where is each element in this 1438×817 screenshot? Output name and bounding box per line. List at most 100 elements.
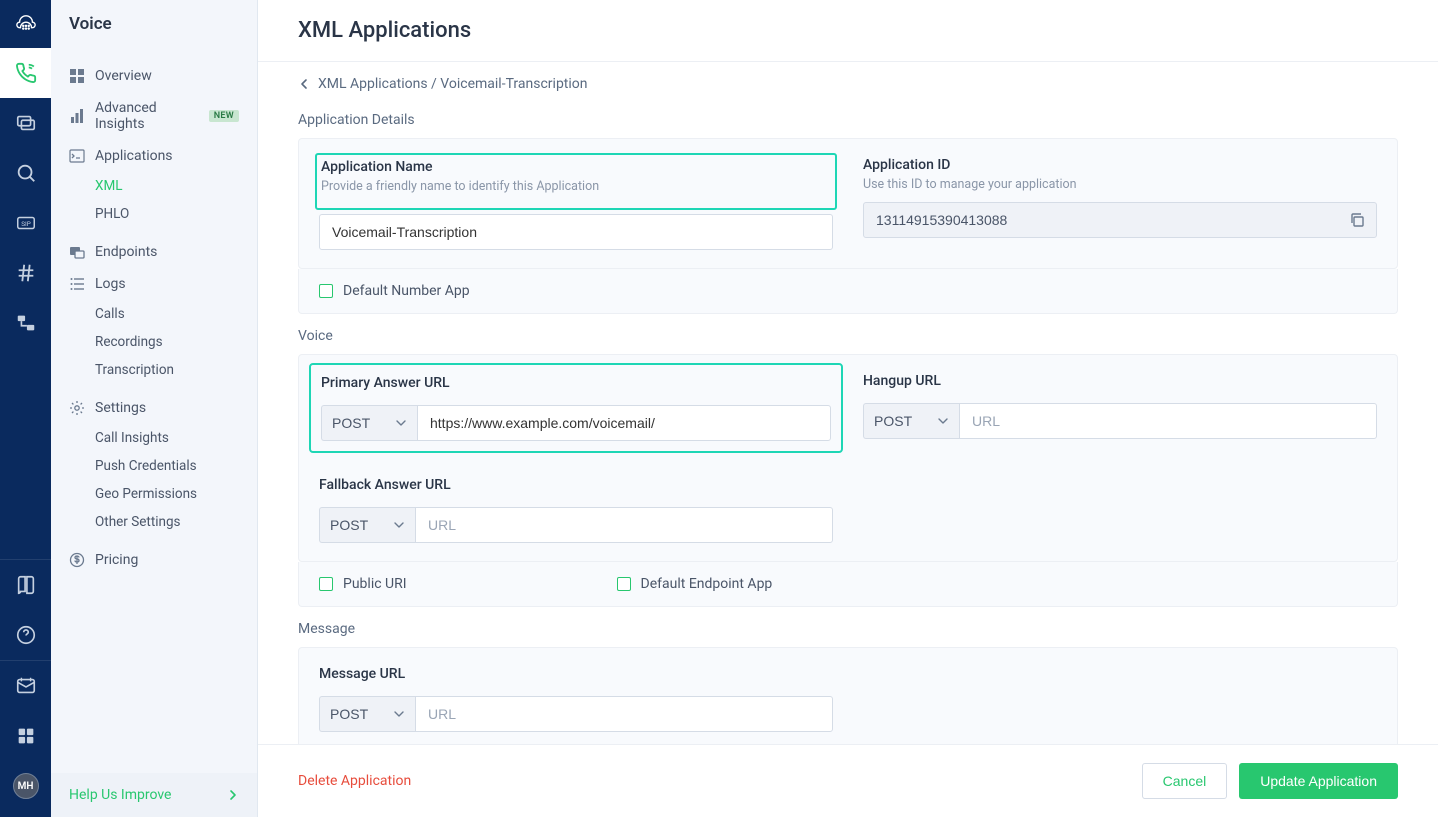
gear-icon [69, 400, 85, 416]
nav-endpoints[interactable]: Endpoints [51, 236, 257, 268]
dollar-icon [69, 552, 85, 568]
bar-chart-icon [69, 108, 85, 124]
help-rail-icon[interactable] [0, 610, 51, 660]
nav-other-settings[interactable]: Other Settings [51, 508, 257, 536]
copy-icon [1349, 212, 1365, 228]
card-voice: Primary Answer URL POST Hangup URL [298, 354, 1398, 562]
app-name-label: Application Name [321, 159, 831, 175]
nav-pricing-label: Pricing [95, 552, 138, 568]
hangup-method-select[interactable]: POST [863, 403, 959, 439]
highlight-app-name: Application Name Provide a friendly name… [315, 153, 837, 210]
app-name-hint: Provide a friendly name to identify this… [321, 179, 831, 194]
update-application-button[interactable]: Update Application [1239, 763, 1398, 799]
voice-rail-icon[interactable] [0, 48, 51, 98]
nav-geo-permissions[interactable]: Geo Permissions [51, 480, 257, 508]
checkbox-box [617, 577, 631, 591]
nav-transcription[interactable]: Transcription [51, 356, 257, 384]
dashboard-icon [69, 68, 85, 84]
fallback-method-select[interactable]: POST [319, 507, 415, 543]
docs-rail-icon[interactable] [0, 560, 51, 610]
chevron-right-icon [227, 789, 239, 801]
app-id-input [863, 202, 1377, 238]
default-endpoint-app-label: Default Endpoint App [641, 576, 773, 592]
nav-recordings[interactable]: Recordings [51, 328, 257, 356]
lookup-rail-icon[interactable] [0, 148, 51, 198]
section-voice: Voice [298, 328, 1398, 344]
checkbox-box [319, 284, 333, 298]
nav-push-credentials[interactable]: Push Credentials [51, 452, 257, 480]
message-url-input[interactable] [415, 696, 833, 732]
logo-icon[interactable] [0, 0, 51, 48]
nav-settings-label: Settings [95, 400, 146, 416]
user-avatar[interactable]: MH [0, 761, 51, 811]
nav-endpoints-label: Endpoints [95, 244, 157, 260]
list-icon [69, 276, 85, 292]
primary-answer-method-select[interactable]: POST [321, 405, 417, 441]
checkbox-default-endpoint-app[interactable]: Default Endpoint App [617, 576, 773, 592]
highlight-primary-answer: Primary Answer URL POST [309, 363, 843, 453]
breadcrumb: XML Applications / Voicemail-Transcripti… [258, 62, 1438, 98]
avatar-initials: MH [13, 773, 39, 799]
footer: Delete Application Cancel Update Applica… [258, 744, 1438, 817]
app-name-input[interactable] [319, 214, 833, 250]
nav-applications[interactable]: Applications [51, 140, 257, 172]
help-us-improve[interactable]: Help Us Improve [51, 773, 257, 817]
copy-app-id-button[interactable] [1343, 206, 1371, 234]
app-id-hint: Use this ID to manage your application [863, 177, 1377, 192]
main: XML Applications XML Applications / Voic… [258, 0, 1438, 817]
main-header: XML Applications [258, 0, 1438, 62]
nav-logs[interactable]: Logs [51, 268, 257, 300]
terminal-icon [69, 148, 85, 164]
nav-advanced-insights[interactable]: Advanced Insights NEW [51, 92, 257, 140]
nav-applications-label: Applications [95, 148, 173, 164]
icon-rail: SIP MH [0, 0, 51, 817]
primary-answer-url-label: Primary Answer URL [321, 375, 831, 391]
fallback-answer-url-input[interactable] [415, 507, 833, 543]
apps-rail-icon[interactable] [0, 711, 51, 761]
card-default-number: Default Number App [298, 269, 1398, 314]
checkbox-box [319, 577, 333, 591]
help-improve-label: Help Us Improve [69, 787, 171, 803]
nav-xml[interactable]: XML [51, 172, 257, 200]
nav-settings[interactable]: Settings [51, 392, 257, 424]
back-chevron-icon[interactable] [298, 78, 310, 90]
nav-call-insights[interactable]: Call Insights [51, 424, 257, 452]
card-voice-checkboxes: Public URI Default Endpoint App [298, 562, 1398, 607]
card-message: Message URL POST Additional Settings [298, 647, 1398, 744]
checkbox-public-uri[interactable]: Public URI [319, 576, 407, 592]
nav-logs-label: Logs [95, 276, 126, 292]
delete-application-link[interactable]: Delete Application [298, 773, 411, 789]
default-number-app-label: Default Number App [343, 283, 470, 299]
app-id-label: Application ID [863, 157, 1377, 173]
nav-overview-label: Overview [95, 68, 152, 84]
nav-phlo[interactable]: PHLO [51, 200, 257, 228]
trunk-rail-icon[interactable] [0, 298, 51, 348]
nav-overview[interactable]: Overview [51, 60, 257, 92]
hangup-url-label: Hangup URL [863, 373, 1377, 389]
nav-advanced-insights-label: Advanced Insights [95, 100, 193, 132]
support-rail-icon[interactable] [0, 661, 51, 711]
messaging-rail-icon[interactable] [0, 98, 51, 148]
public-uri-label: Public URI [343, 576, 407, 592]
page-title: XML Applications [298, 18, 1398, 43]
sidebar: Voice Overview Advanced Insights NEW App… [51, 0, 258, 817]
breadcrumb-text[interactable]: XML Applications / Voicemail-Transcripti… [318, 76, 588, 92]
fallback-answer-url-label: Fallback Answer URL [319, 477, 833, 493]
card-app-details: Application Name Provide a friendly name… [298, 138, 1398, 269]
checkbox-default-number-app[interactable]: Default Number App [319, 283, 1377, 299]
cancel-button[interactable]: Cancel [1142, 763, 1228, 799]
endpoint-icon [69, 244, 85, 260]
svg-text:SIP: SIP [21, 220, 31, 228]
nav-pricing[interactable]: Pricing [51, 544, 257, 576]
hangup-url-input[interactable] [959, 403, 1377, 439]
new-badge: NEW [209, 110, 239, 122]
sidebar-title: Voice [51, 0, 257, 48]
section-message: Message [298, 621, 1398, 637]
primary-answer-url-input[interactable] [417, 405, 831, 441]
message-method-select[interactable]: POST [319, 696, 415, 732]
section-app-details: Application Details [298, 112, 1398, 128]
sip-rail-icon[interactable]: SIP [0, 198, 51, 248]
nav-calls[interactable]: Calls [51, 300, 257, 328]
numbers-rail-icon[interactable] [0, 248, 51, 298]
message-url-label: Message URL [319, 666, 833, 682]
